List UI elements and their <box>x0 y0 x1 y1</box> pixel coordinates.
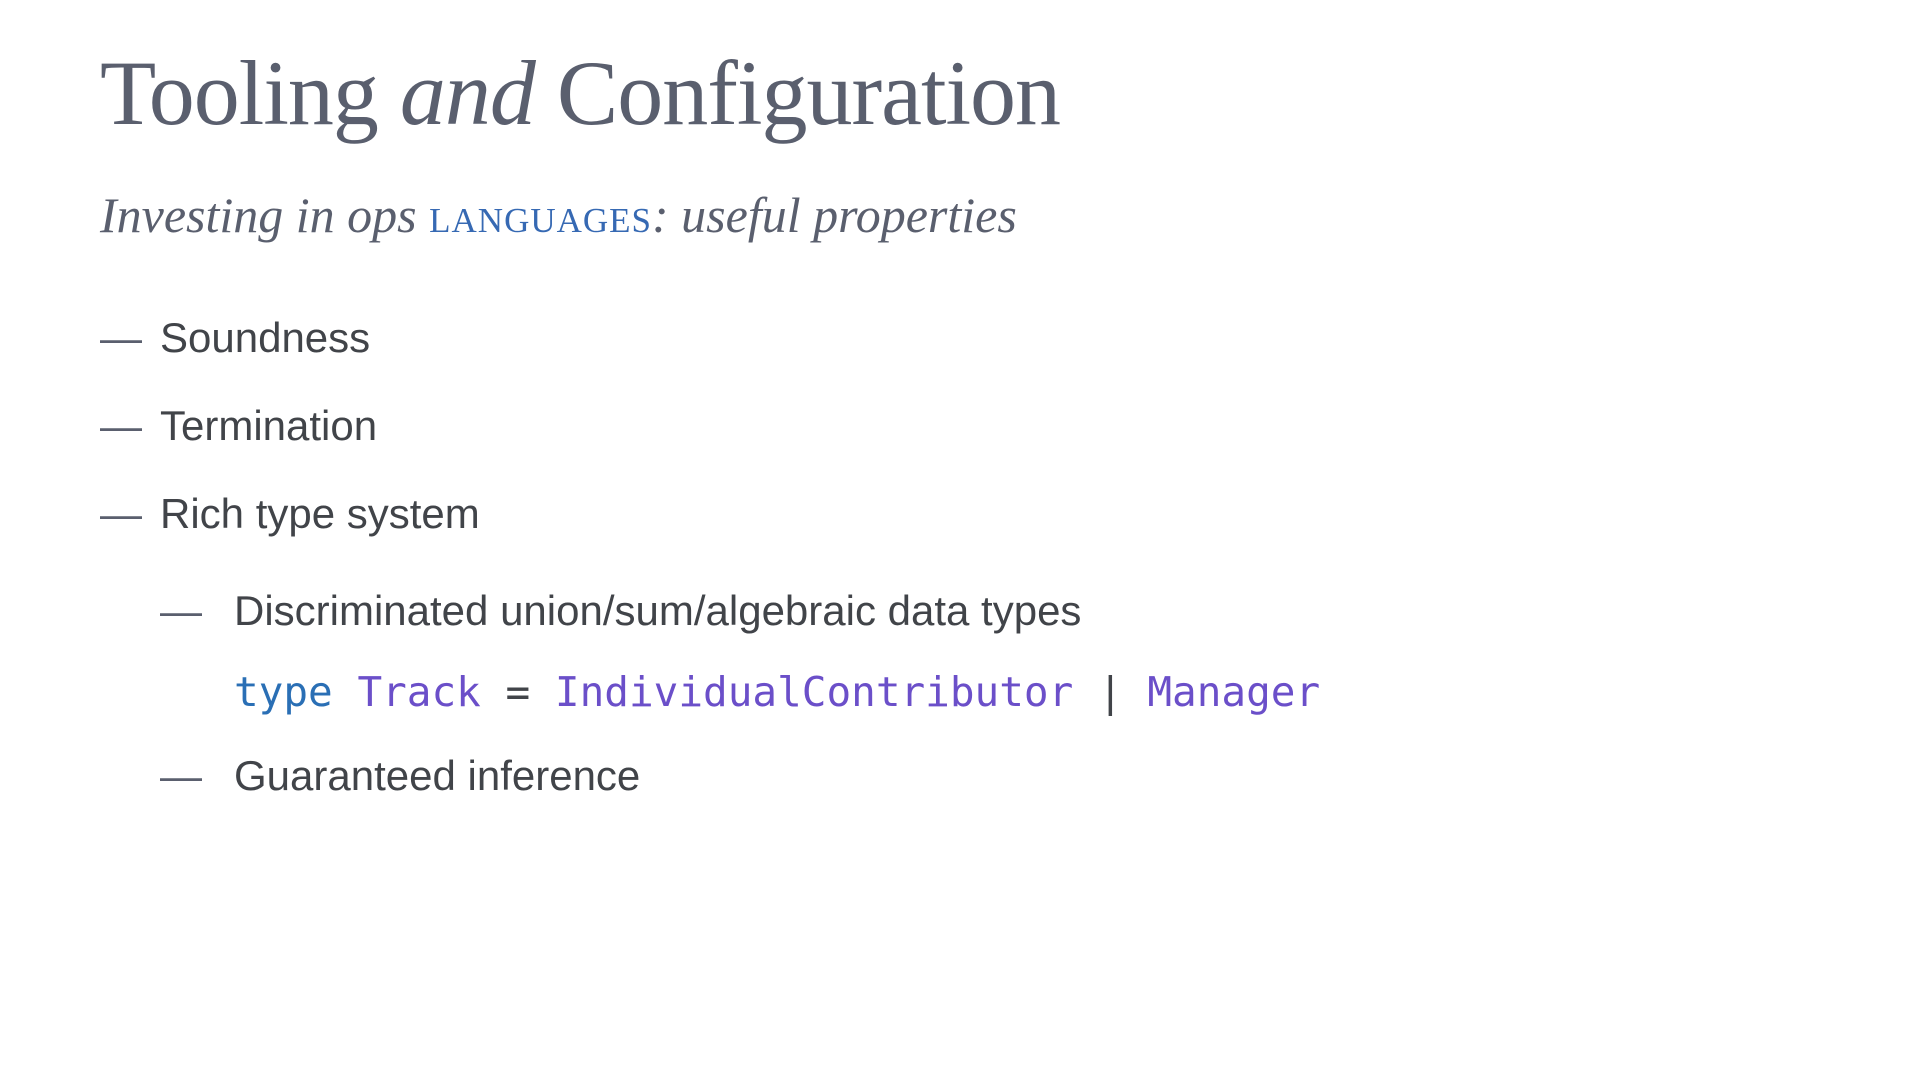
title-part1: Tooling <box>100 42 378 144</box>
slide-subtitle: Investing in ops LANGUAGES: useful prope… <box>100 186 1820 244</box>
code-typename: Track <box>357 668 480 716</box>
subtitle-smallcaps: LANGUAGES <box>429 187 652 243</box>
list-item: Rich type system Discriminated union/sum… <box>100 490 1820 808</box>
list-item: Discriminated union/sum/algebraic data t… <box>160 578 1820 725</box>
subtitle-prefix: Investing in ops <box>100 187 429 243</box>
code-example: type Track = IndividualContributor | Man… <box>234 661 1820 725</box>
title-italic: and <box>378 42 557 144</box>
subtitle-suffix: : useful properties <box>652 187 1017 243</box>
code-keyword: type <box>234 668 333 716</box>
list-item: Termination <box>100 402 1820 450</box>
sub-bullet-list: Discriminated union/sum/algebraic data t… <box>160 578 1820 808</box>
list-item-label: Rich type system <box>160 490 480 537</box>
code-variant: Manager <box>1147 668 1320 716</box>
sublist-item-label: Discriminated union/sum/algebraic data t… <box>234 587 1081 634</box>
list-item: Guaranteed inference <box>160 743 1820 808</box>
code-equals: = <box>481 668 555 716</box>
code-pipe: | <box>1073 668 1147 716</box>
title-part2: Configuration <box>557 42 1060 144</box>
bullet-list: Soundness Termination Rich type system D… <box>100 314 1820 808</box>
code-variant: IndividualContributor <box>555 668 1073 716</box>
slide-title: Tooling and Configuration <box>100 40 1820 146</box>
list-item: Soundness <box>100 314 1820 362</box>
